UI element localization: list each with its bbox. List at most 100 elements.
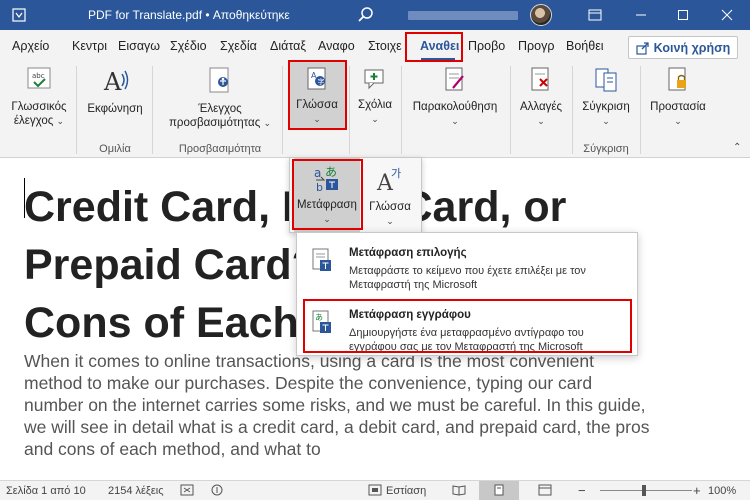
document-title: PDF for Translate.pdf • Αποθηκεύτηκε [88, 8, 290, 22]
accessibility-icon [160, 66, 280, 100]
read-aloud-button[interactable]: A Εκφώνηση [80, 62, 150, 140]
check-accessibility-button[interactable]: Έλεγχος προσβασιμότητας ⌄ [160, 62, 280, 140]
ribbon: abc Γλωσσικός έλεγχος ⌄ A Εκφώνηση Ομιλί… [0, 60, 750, 158]
tab-developer[interactable]: Προγρ [518, 39, 560, 53]
chevron-down-icon: ⌄ [323, 214, 331, 224]
language-aa-icon: A가 [375, 164, 405, 198]
tab-insert[interactable]: Εισαγω [118, 39, 166, 53]
minimize-icon[interactable] [622, 0, 660, 30]
word-icon[interactable] [12, 8, 26, 22]
group-label-compare: Σύγκριση [583, 143, 629, 155]
page-count[interactable]: Σελίδα 1 από 10 [6, 485, 86, 497]
language-button[interactable]: A字 Γλώσσα ⌄ [289, 62, 345, 128]
translate-document-desc: Δημιουργήστε ένα μεταφρασμένο αντίγραφο … [349, 327, 584, 353]
tracking-label: Παρακολούθηση [412, 101, 498, 113]
status-bar: Σελίδα 1 από 10 2154 λέξεις Εστίαση − + … [0, 480, 750, 500]
tab-design[interactable]: Σχεδία [220, 39, 266, 53]
translate-button[interactable]: aあb Μετάφραση ⌄ [294, 158, 360, 232]
comments-label: Σχόλια [358, 99, 392, 111]
tab-review[interactable]: Αναθει [420, 39, 460, 53]
svg-text:b: b [316, 181, 323, 192]
translate-menu: Μετάφραση επιλογής Μεταφράστε το κείμενο… [296, 232, 638, 356]
read-mode-icon[interactable] [452, 484, 466, 499]
search-icon[interactable] [356, 5, 376, 25]
changes-button[interactable]: Αλλαγές ⌄ [514, 62, 568, 140]
text-predictions-icon[interactable] [180, 484, 194, 499]
focus-icon[interactable] [368, 484, 382, 499]
user-avatar[interactable] [530, 4, 552, 26]
share-label: Κοινή χρήση [653, 40, 731, 55]
ribbon-tabs: Αρχείο Κεντρι Εισαγω Σχέδιο Σχεδία Διάτα… [0, 30, 750, 62]
zoom-slider-track[interactable] [600, 490, 692, 491]
web-layout-icon[interactable] [538, 484, 552, 499]
svg-text:字: 字 [318, 77, 325, 86]
zoom-out-button[interactable]: − [578, 483, 586, 498]
zoom-slider-thumb[interactable] [642, 485, 646, 496]
translate-document-icon: あ [311, 309, 333, 335]
proofing-label-1: Γλωσσικός [11, 101, 67, 113]
changes-label: Αλλαγές [519, 101, 563, 113]
compare-label: Σύγκριση [582, 101, 630, 113]
share-icon [636, 41, 649, 55]
tracking-button[interactable]: Παρακολούθηση ⌄ [405, 62, 505, 140]
close-icon[interactable] [708, 0, 746, 30]
accessibility-label-2: προσβασιμότητας [168, 117, 261, 129]
translate-document-item[interactable]: あ Μετάφραση εγγράφου Δημιουργήστε ένα με… [297, 299, 637, 353]
tab-help[interactable]: Βοήθει [566, 39, 608, 53]
accessibility-status-icon[interactable] [210, 484, 224, 499]
protect-label: Προστασία [650, 101, 706, 113]
read-aloud-label: Εκφώνηση [87, 103, 143, 115]
svg-text:A: A [103, 68, 122, 96]
ribbon-separator [510, 66, 511, 154]
accept-reject-icon [514, 66, 568, 98]
comments-button[interactable]: Σχόλια ⌄ [352, 62, 398, 140]
share-button[interactable]: Κοινή χρήση [628, 36, 738, 59]
translate-icon: aあb [312, 164, 342, 196]
language-submenu-label: Γλώσσα [369, 201, 411, 213]
tab-home[interactable]: Κεντρι [72, 39, 112, 53]
tab-references[interactable]: Αναφο [318, 39, 362, 53]
zoom-in-button[interactable]: + [693, 483, 701, 498]
tab-file[interactable]: Αρχείο [12, 39, 56, 53]
word-count[interactable]: 2154 λέξεις [108, 485, 164, 497]
group-label-speech: Ομιλία [99, 143, 131, 155]
language-label: Γλώσσα [296, 99, 338, 111]
svg-text:abc: abc [32, 72, 45, 80]
compare-button[interactable]: Σύγκριση ⌄ [576, 62, 636, 140]
focus-label[interactable]: Εστίαση [386, 485, 426, 497]
zoom-level[interactable]: 100% [708, 485, 736, 497]
tab-draw[interactable]: Σχέδιο [170, 39, 214, 53]
collapse-ribbon-icon[interactable]: ⌃ [733, 142, 741, 153]
chevron-down-icon: ⌄ [371, 114, 379, 124]
group-label-accessibility: Προσβασιμότητα [178, 143, 262, 155]
proofing-label-2: έλεγχος [13, 115, 54, 127]
tab-mailings[interactable]: Στοιχε [368, 39, 410, 53]
svg-text:가: 가 [391, 167, 401, 180]
lock-icon [644, 66, 712, 98]
user-name-redacted [408, 11, 518, 20]
chevron-down-icon: ⌄ [386, 216, 394, 226]
chevron-down-icon: ⌄ [313, 114, 321, 124]
maximize-icon[interactable] [664, 0, 702, 30]
tab-layout[interactable]: Διάταξ [270, 39, 312, 53]
track-changes-icon [405, 66, 505, 98]
ribbon-display-icon[interactable] [576, 0, 614, 30]
protect-button[interactable]: Προστασία ⌄ [644, 62, 712, 140]
ribbon-separator [640, 66, 641, 154]
document-body: When it comes to online transactions, us… [24, 351, 650, 459]
print-layout-icon[interactable] [492, 484, 506, 499]
spelling-icon: abc [4, 66, 74, 98]
chevron-down-icon: ⌄ [451, 116, 459, 126]
language-submenu-button[interactable]: A가 Γλώσσα ⌄ [362, 158, 418, 232]
comment-icon [352, 66, 398, 96]
tab-view[interactable]: Προβο [468, 39, 510, 53]
proofing-button[interactable]: abc Γλωσσικός έλεγχος ⌄ [4, 62, 74, 140]
chevron-down-icon: ⌄ [602, 116, 610, 126]
translate-selection-item[interactable]: Μετάφραση επιλογής Μεταφράστε το κείμενο… [297, 237, 637, 291]
svg-text:あ: あ [315, 313, 323, 322]
ribbon-separator [76, 66, 77, 154]
ribbon-separator [282, 66, 283, 154]
ribbon-separator [349, 66, 350, 154]
ribbon-separator [572, 66, 573, 154]
compare-icon [576, 66, 636, 98]
